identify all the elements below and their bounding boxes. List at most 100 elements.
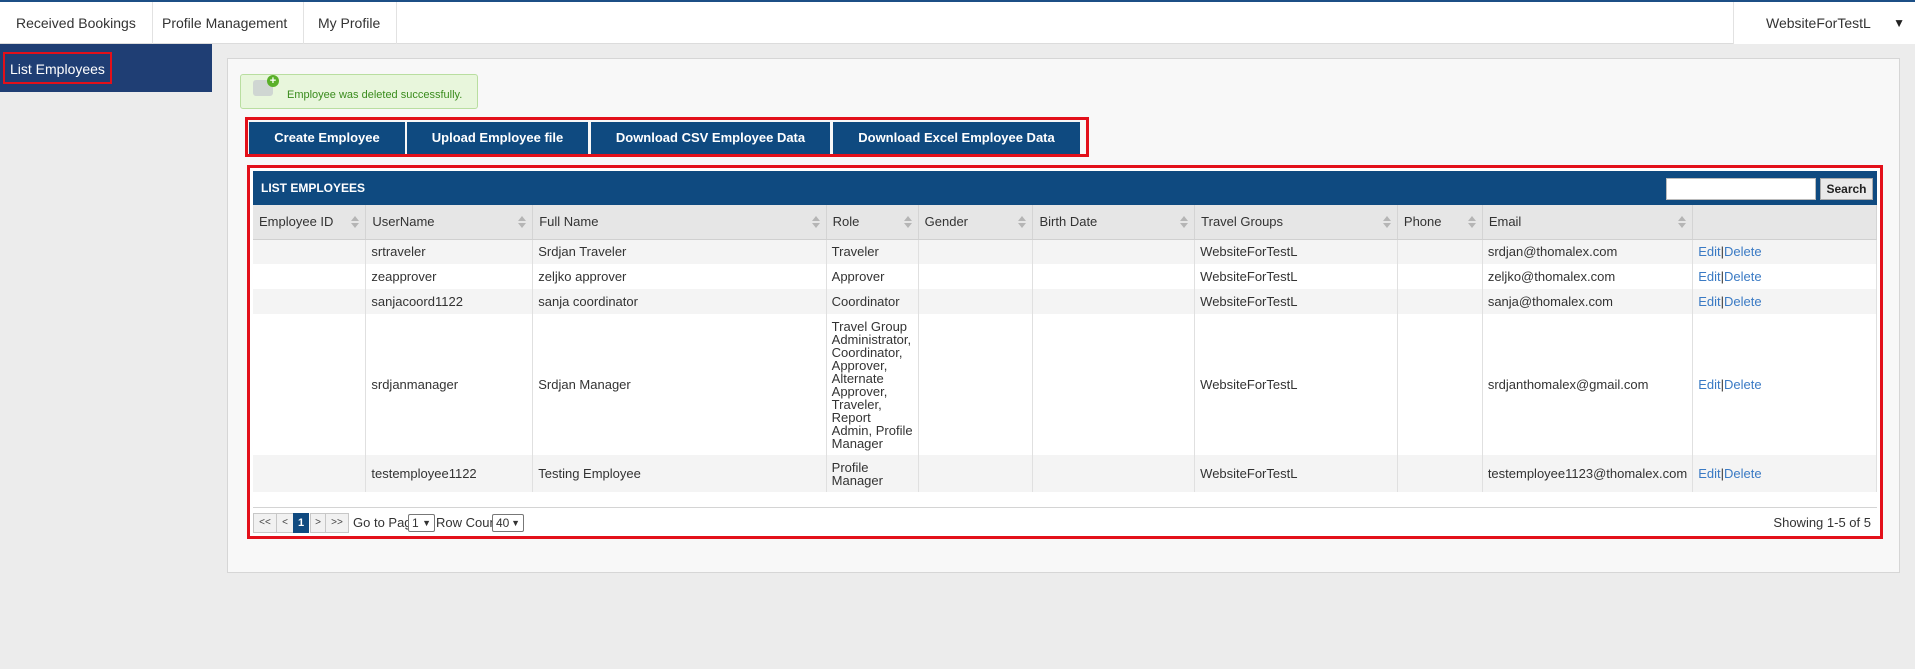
cell-gender — [918, 264, 1034, 289]
employee-table: Employee ID UserName Full Name Role Gend… — [253, 205, 1877, 492]
search-input[interactable] — [1666, 178, 1816, 200]
cell-birth-date — [1032, 239, 1196, 264]
chevron-down-icon: ▼ — [1893, 16, 1905, 30]
column-header-employee-id[interactable]: Employee ID — [253, 205, 367, 240]
cell-role: Coordinator — [826, 289, 919, 314]
column-header-actions — [1692, 205, 1877, 240]
sort-icon — [1018, 216, 1027, 228]
cell-username: srdjanmanager — [365, 314, 534, 455]
row-count-value: 40 — [496, 516, 510, 530]
column-header-email[interactable]: Email — [1482, 205, 1694, 240]
row-count-select[interactable]: 40 ▼ — [492, 514, 524, 532]
sidebar: List Employees — [0, 44, 212, 92]
chevron-down-icon: ▼ — [511, 518, 520, 528]
create-employee-button[interactable]: Create Employee — [249, 122, 405, 154]
cell-role: Approver — [826, 264, 919, 289]
sort-icon — [1467, 216, 1476, 228]
cell-phone — [1397, 455, 1483, 492]
delete-link[interactable]: Delete — [1724, 377, 1762, 392]
edit-link[interactable]: Edit — [1698, 377, 1720, 392]
cell-actions: Edit|Delete — [1692, 314, 1877, 455]
delete-link[interactable]: Delete — [1724, 466, 1762, 481]
table-row: srdjanmanager Srdjan Manager Travel Grou… — [253, 314, 1877, 455]
cell-employee-id — [253, 314, 367, 455]
goto-page-value: 1 — [412, 516, 419, 530]
next-page-button[interactable]: > — [310, 513, 326, 533]
sidebar-item-list-employees[interactable]: List Employees — [3, 52, 112, 84]
cell-actions: Edit|Delete — [1692, 455, 1877, 492]
chevron-down-icon: ▼ — [422, 518, 431, 528]
cell-username: testemployee1122 — [365, 455, 534, 492]
cell-travel-groups: WebsiteForTestL — [1194, 314, 1398, 455]
delete-link[interactable]: Delete — [1724, 244, 1762, 259]
download-csv-button[interactable]: Download CSV Employee Data — [591, 122, 830, 154]
tab-my-profile[interactable]: My Profile — [302, 2, 398, 44]
delete-link[interactable]: Delete — [1724, 294, 1762, 309]
edit-link[interactable]: Edit — [1698, 244, 1720, 259]
cell-email: zeljko@thomalex.com — [1482, 264, 1694, 289]
table-row: srtraveler Srdjan Traveler Traveler Webs… — [253, 239, 1877, 264]
tab-profile-management[interactable]: Profile Management — [146, 2, 305, 44]
grid-title: LIST EMPLOYEES — [261, 181, 366, 195]
website-select[interactable]: WebsiteForTestL ▼ — [1733, 2, 1915, 44]
table-row: zeapprover zeljko approver Approver Webs… — [253, 264, 1877, 289]
cell-travel-groups: WebsiteForTestL — [1194, 239, 1398, 264]
column-header-travel-groups[interactable]: Travel Groups — [1194, 205, 1398, 240]
cell-username: sanjacoord1122 — [365, 289, 534, 314]
table-row: testemployee1122 Testing Employee Profil… — [253, 455, 1877, 492]
cell-employee-id — [253, 239, 367, 264]
column-header-full-name[interactable]: Full Name — [532, 205, 827, 240]
column-header-birth-date[interactable]: Birth Date — [1032, 205, 1196, 240]
website-select-value: WebsiteForTestL — [1766, 15, 1871, 31]
sort-icon — [903, 216, 912, 228]
download-excel-button[interactable]: Download Excel Employee Data — [833, 122, 1080, 154]
sort-icon — [351, 216, 360, 228]
cell-gender — [918, 239, 1034, 264]
cell-email: srdjan@thomalex.com — [1482, 239, 1694, 264]
search-button[interactable]: Search — [1820, 178, 1873, 200]
cell-travel-groups: WebsiteForTestL — [1194, 289, 1398, 314]
column-header-role[interactable]: Role — [826, 205, 919, 240]
sort-icon — [1180, 216, 1189, 228]
cell-full-name: zeljko approver — [532, 264, 827, 289]
cell-role: Traveler — [826, 239, 919, 264]
cell-role: Profile Manager — [826, 455, 919, 492]
sort-icon — [1678, 216, 1687, 228]
cell-phone — [1397, 264, 1483, 289]
goto-page-select[interactable]: 1 ▼ — [408, 514, 435, 532]
cell-full-name: sanja coordinator — [532, 289, 827, 314]
employee-grid: LIST EMPLOYEES Search Employee ID UserNa… — [247, 165, 1883, 539]
sort-icon — [811, 216, 820, 228]
cell-actions: Edit|Delete — [1692, 289, 1877, 314]
cell-birth-date — [1032, 314, 1196, 455]
delete-link[interactable]: Delete — [1724, 269, 1762, 284]
cell-birth-date — [1032, 264, 1196, 289]
cell-employee-id — [253, 455, 367, 492]
edit-link[interactable]: Edit — [1698, 294, 1720, 309]
column-header-phone[interactable]: Phone — [1397, 205, 1483, 240]
cell-phone — [1397, 239, 1483, 264]
first-page-button[interactable]: << — [253, 513, 277, 533]
table-row: sanjacoord1122 sanja coordinator Coordin… — [253, 289, 1877, 314]
cell-gender — [918, 314, 1034, 455]
current-page-button[interactable]: 1 — [293, 513, 309, 533]
cell-role: Travel Group Administrator, Coordinator,… — [826, 314, 919, 455]
cell-employee-id — [253, 264, 367, 289]
cell-employee-id — [253, 289, 367, 314]
previous-page-button[interactable]: < — [276, 513, 294, 533]
cell-username: zeapprover — [365, 264, 534, 289]
column-header-gender[interactable]: Gender — [918, 205, 1034, 240]
cell-full-name: Testing Employee — [532, 455, 827, 492]
alert-text: Employee was deleted successfully. — [287, 89, 463, 101]
edit-link[interactable]: Edit — [1698, 269, 1720, 284]
cell-travel-groups: WebsiteForTestL — [1194, 264, 1398, 289]
cell-email: srdjanthomalex@gmail.com — [1482, 314, 1694, 455]
edit-link[interactable]: Edit — [1698, 466, 1720, 481]
column-header-username[interactable]: UserName — [365, 205, 534, 240]
upload-employee-file-button[interactable]: Upload Employee file — [407, 122, 588, 154]
cell-actions: Edit|Delete — [1692, 239, 1877, 264]
last-page-button[interactable]: >> — [325, 513, 349, 533]
tab-received-bookings[interactable]: Received Bookings — [0, 2, 153, 44]
success-alert: Employee was deleted successfully. — [240, 74, 478, 109]
cell-username: srtraveler — [365, 239, 534, 264]
